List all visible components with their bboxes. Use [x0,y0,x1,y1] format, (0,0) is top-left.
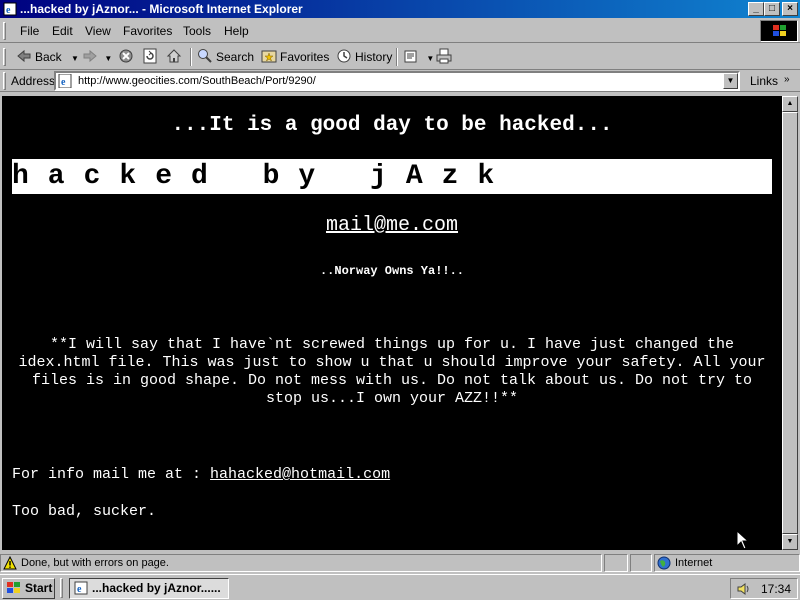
address-input[interactable]: e http://www.geocities.com/SouthBeach/Po… [54,71,740,91]
status-pane-empty [604,554,628,572]
menu-edit[interactable]: Edit [52,24,73,38]
status-pane: Done, but with errors on page. [0,554,602,572]
history-icon [337,49,351,63]
home-icon [166,49,182,63]
print-button[interactable] [436,48,455,66]
start-button[interactable]: Start [2,578,55,599]
taskbar-ie-window[interactable]: e ...hacked by jAznor...... [69,578,229,599]
menu-file[interactable]: File [20,24,39,38]
toolbar-separator [190,48,192,66]
scroll-down-icon[interactable]: ▼ [782,534,798,550]
toolbar-separator [396,48,398,66]
print-icon [436,48,452,64]
mail-dropdown-icon[interactable]: ▼ [426,54,434,63]
vertical-scrollbar[interactable]: ▲ ▼ [782,96,798,550]
stop-button[interactable] [118,48,137,66]
info-prefix: For info mail me at : [12,466,211,483]
minimize-button[interactable]: _ [748,2,764,16]
ie-page-icon: e [3,2,17,16]
scroll-up-icon[interactable]: ▲ [782,96,798,112]
menu-favorites[interactable]: Favorites [123,24,172,38]
favorites-icon [261,50,277,63]
address-url[interactable]: http://www.geocities.com/SouthBeach/Port… [78,75,316,87]
back-label: Back [35,50,62,64]
info-email-link[interactable]: hahacked@hotmail.com [210,466,390,483]
status-pane-empty [630,554,652,572]
forward-arrow-icon [83,49,97,63]
sign-off: Too bad, sucker. [12,503,157,520]
links-chevron-icon[interactable]: » [784,74,790,85]
windows-flag-icon [7,582,20,593]
taskbar: Start e ...hacked by jAznor...... 17:34 [0,574,800,600]
refresh-icon [143,48,157,64]
hack-message: **I will say that I have`nt screwed thin… [18,336,766,407]
start-label: Start [25,581,53,595]
speaker-icon[interactable] [736,582,750,596]
globe-icon [657,556,671,570]
scroll-thumb[interactable] [782,112,798,534]
address-bar: Address e http://www.geocities.com/South… [0,70,800,92]
menu-tools[interactable]: Tools [183,24,211,38]
windows-flag-icon [773,25,786,36]
norway-text: ..Norway Owns Ya!!.. [319,264,465,278]
ie-page-icon: e [58,74,72,88]
page-viewport[interactable]: ...It is a good day to be hacked... hack… [2,96,782,550]
favorites-button[interactable]: Favorites [261,48,329,66]
mail-button[interactable]: ▼ [404,48,434,66]
menu-view[interactable]: View [85,24,111,38]
toolbar-grip[interactable] [3,48,6,66]
task-label: ...hacked by jAznor...... [92,581,221,595]
status-text: Done, but with errors on page. [21,557,169,569]
favorites-label: Favorites [280,50,330,64]
history-button[interactable]: History [336,48,392,66]
info-line: For info mail me at : hahacked@hotmail.c… [12,466,390,483]
warning-icon[interactable] [3,556,17,570]
history-label: History [355,50,393,64]
address-label: Address [11,74,56,88]
menu-help[interactable]: Help [224,24,249,38]
window-title: ...hacked by jAznor... - Microsoft Inter… [20,2,303,16]
forward-button[interactable]: ▼ [82,48,112,66]
search-icon [198,49,212,63]
svg-text:e: e [77,584,82,595]
back-dropdown-icon[interactable]: ▼ [71,54,79,63]
close-button[interactable]: × [782,2,798,16]
status-bar: Done, but with errors on page. Internet [0,553,800,573]
address-grip[interactable] [3,72,6,90]
forward-dropdown-icon[interactable]: ▼ [104,54,112,63]
standard-toolbar: Back ▼ ▼ Search Favorites History ▼ [0,44,800,70]
page-tagline: ...It is a good day to be hacked... [171,114,613,137]
search-button[interactable]: Search [197,48,254,66]
maximize-button[interactable]: □ [764,2,780,16]
mouse-cursor-icon [736,530,750,550]
hacked-banner: hacked by jAzk [12,159,772,194]
ie-page-icon: e [74,581,88,595]
title-bar: e ...hacked by jAznor... - Microsoft Int… [0,0,800,18]
system-tray: 17:34 [730,578,798,599]
refresh-button[interactable] [142,48,161,66]
ie-throbber [760,20,798,42]
clock[interactable]: 17:34 [761,582,791,596]
menu-bar: File Edit View Favorites Tools Help [0,19,800,43]
zone-text: Internet [675,557,713,569]
mail-icon [404,50,417,63]
back-arrow-icon [17,49,31,63]
svg-text:e: e [6,5,11,16]
svg-text:e: e [61,77,66,88]
search-label: Search [216,50,255,64]
home-button[interactable] [166,48,185,66]
stop-icon [119,49,133,63]
zone-pane: Internet [654,554,800,572]
menu-grip[interactable] [3,22,6,40]
links-button[interactable]: Links [750,74,778,88]
mail-link[interactable]: mail@me.com [2,214,782,237]
taskbar-grip[interactable] [60,578,63,598]
address-dropdown-icon[interactable]: ▼ [723,73,738,89]
back-button[interactable]: Back ▼ [16,48,79,66]
